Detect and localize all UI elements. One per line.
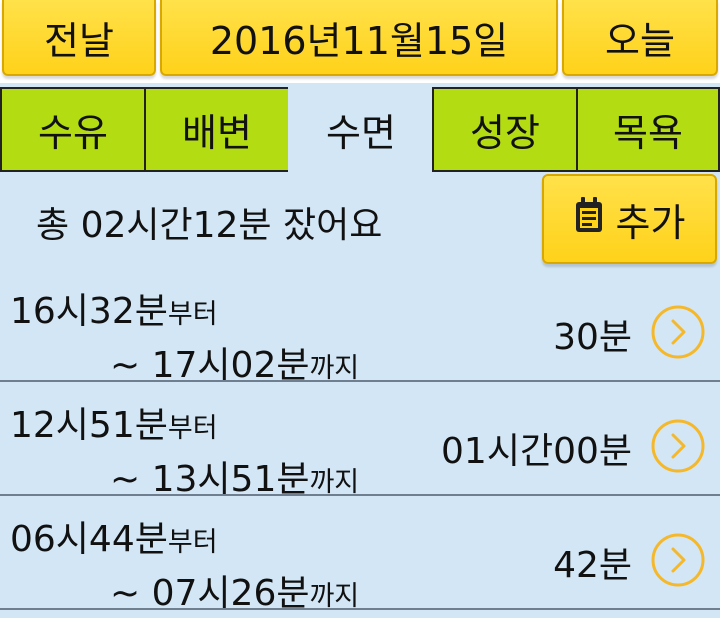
end-suffix: 까지 <box>309 353 360 384</box>
date-button[interactable]: 2016년11월15일 <box>160 0 558 76</box>
tab-bath[interactable]: 목욕 <box>576 87 720 172</box>
tab-sleep[interactable]: 수면 <box>288 87 434 172</box>
start-time: 16시32분 <box>10 291 168 332</box>
tab-feeding[interactable]: 수유 <box>0 87 146 172</box>
start-suffix: 부터 <box>167 527 218 558</box>
end-suffix: 까지 <box>309 581 360 612</box>
add-button[interactable]: 추가 <box>542 174 717 264</box>
entry-duration: 30분 <box>553 317 632 358</box>
sleep-entry-row[interactable]: 06시44분부터 ~ 07시26분까지 42분 <box>0 496 720 614</box>
today-button[interactable]: 오늘 <box>562 0 718 76</box>
chevron-right-icon[interactable] <box>650 532 706 588</box>
start-time: 06시44분 <box>10 519 168 560</box>
start-suffix: 부터 <box>167 413 218 444</box>
entry-end: ~ 07시26분까지 <box>110 564 359 616</box>
add-button-label: 추가 <box>615 200 686 245</box>
start-suffix: 부터 <box>167 299 218 330</box>
date-navigation-bar: 전날 2016년11월15일 오늘 <box>0 0 720 83</box>
end-time: ~ 17시02분 <box>110 345 310 386</box>
notepad-icon <box>574 196 604 243</box>
entry-end: ~ 17시02분까지 <box>110 336 359 388</box>
entry-start: 16시32분부터 <box>10 282 218 334</box>
tab-diaper[interactable]: 배변 <box>144 87 290 172</box>
chevron-right-icon[interactable] <box>650 418 706 474</box>
start-time: 12시51분 <box>10 405 168 446</box>
entry-end: ~ 13시51분까지 <box>110 450 359 502</box>
entry-duration: 01시간00분 <box>441 431 632 472</box>
sleep-entry-row[interactable]: 12시51분부터 ~ 13시51분까지 01시간00분 <box>0 382 720 500</box>
entry-start: 12시51분부터 <box>10 396 218 448</box>
total-sleep-summary: 총 02시간12분 잤어요 <box>36 205 383 246</box>
sleep-entry-row[interactable]: 16시32분부터 ~ 17시02분까지 30분 <box>0 268 720 386</box>
end-time: ~ 07시26분 <box>110 573 310 614</box>
category-tabs: 수유 배변 수면 성장 목욕 <box>0 87 720 172</box>
entry-start: 06시44분부터 <box>10 510 218 562</box>
chevron-right-icon[interactable] <box>650 304 706 360</box>
previous-day-button[interactable]: 전날 <box>2 0 156 76</box>
entry-duration: 42분 <box>553 545 632 586</box>
end-time: ~ 13시51분 <box>110 459 310 500</box>
tab-growth[interactable]: 성장 <box>432 87 578 172</box>
end-suffix: 까지 <box>309 467 360 498</box>
